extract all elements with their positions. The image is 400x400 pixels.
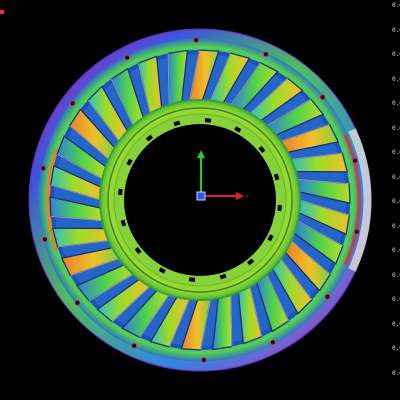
mounting-hole — [263, 51, 269, 57]
colorbar-legend: 0.0 0.0 0.0 0.0 0.0 0.0 0.0 0.0 0.0 0.0 0.0 0.0 0.0 0… — [392, 0, 400, 400]
colorbar-tick-label: 0.0 — [392, 124, 400, 132]
colorbar-tick-label: 0.0 — [392, 51, 400, 58]
mounting-hole — [353, 229, 360, 235]
mounting-hole — [352, 157, 358, 164]
inner-ring-notch — [277, 204, 282, 212]
colorbar-tick-label: 0.0 — [392, 149, 400, 156]
mounting-hole — [69, 100, 76, 107]
colorbar-tick-label: 0.0 — [392, 345, 400, 352]
mounting-hole — [131, 342, 137, 349]
z-axis-origin-icon — [196, 191, 206, 201]
colorbar-tick-label: 0.0 — [392, 173, 400, 181]
colorbar-tick-label: 0.0 — [392, 100, 400, 107]
colorbar-tick-label: 0.0 — [392, 271, 400, 279]
colorbar-tick-label: 0.0 — [392, 222, 400, 230]
mounting-hole — [74, 299, 81, 306]
colorbar-tick-label: 0.0 — [392, 198, 400, 205]
colorbar-tick-label: 0.0 — [392, 296, 400, 303]
mounting-hole — [201, 357, 207, 363]
mounting-hole — [319, 94, 326, 100]
mounting-hole — [270, 339, 276, 346]
colorbar-tick-label: 0.0 — [392, 26, 400, 34]
3d-viewport[interactable]: x 0.00.00.00.00.00.00.00.00.00.00.00.00.… — [0, 0, 400, 400]
colorbar-tick-label: 0.0 — [392, 247, 400, 254]
mounting-hole — [42, 236, 48, 243]
x-axis-label: x — [246, 194, 249, 200]
mounting-hole — [193, 37, 199, 43]
inner-ring-notch — [118, 188, 123, 196]
inner-ring-notch — [188, 277, 196, 282]
colorbar-tick-label: 0.0 — [392, 2, 400, 9]
colorbar-tick-label: 0.0 — [392, 369, 400, 377]
inner-ring-notch — [204, 118, 212, 123]
deviation-color-map-render[interactable]: x — [0, 0, 400, 400]
colorbar-tick-label: 0.0 — [392, 75, 400, 83]
mounting-hole — [40, 165, 46, 172]
mounting-hole — [324, 293, 331, 300]
mounting-hole — [124, 54, 130, 61]
colorbar-tick-label: 0.0 — [392, 320, 400, 328]
corner-marker-icon — [0, 10, 4, 14]
